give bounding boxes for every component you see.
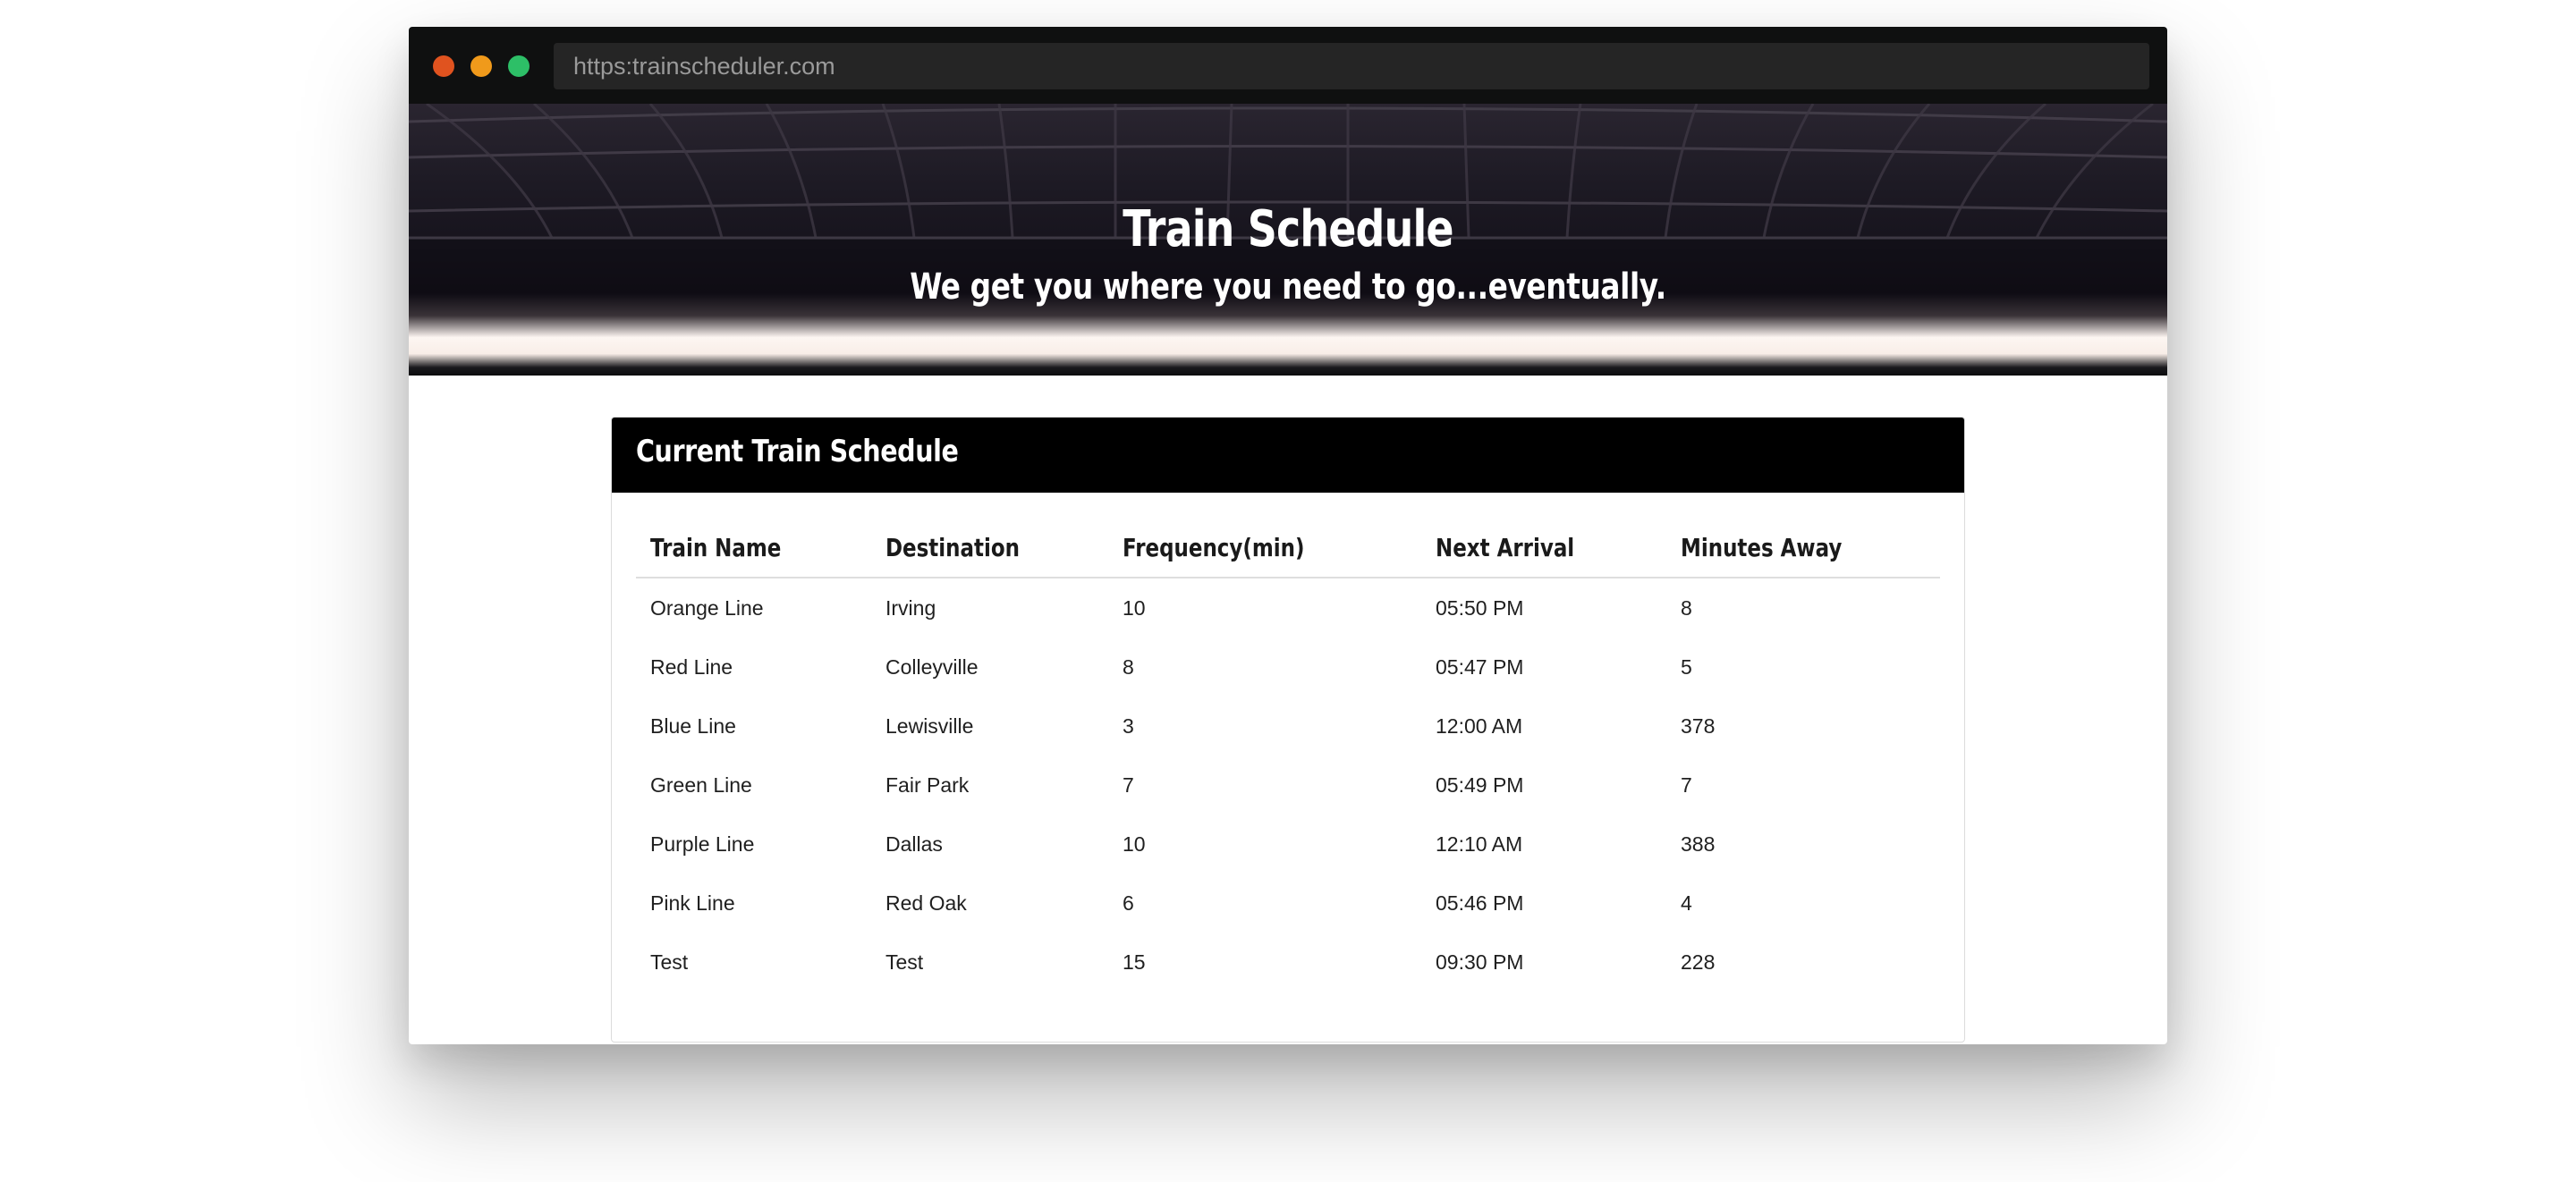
train-name-cell: Orange Line <box>650 595 764 620</box>
table-row: Red Line Colleyville 8 05:47 PM 5 <box>636 637 1940 697</box>
schedule-panel: Current Train Schedule Train Name Destin… <box>611 417 1965 1043</box>
train-name-cell: Blue Line <box>650 713 736 738</box>
page-title: Train Schedule <box>1123 200 1453 258</box>
train-name-cell: Test <box>650 950 689 974</box>
frequency-cell: 8 <box>1123 654 1134 679</box>
schedule-panel-title: Current Train Schedule <box>636 434 959 469</box>
next-arrival-cell: 05:46 PM <box>1436 891 1524 915</box>
schedule-panel-heading: Current Train Schedule <box>612 418 1964 493</box>
table-row: Purple Line Dallas 10 12:10 AM 388 <box>636 815 1940 874</box>
train-name-cell: Pink Line <box>650 891 735 915</box>
destination-cell: Dallas <box>886 832 943 856</box>
minutes-away-cell: 4 <box>1681 891 1692 915</box>
minutes-away-cell: 378 <box>1681 713 1716 738</box>
minutes-away-cell: 228 <box>1681 950 1716 974</box>
column-header-minutes-away: Minutes Away <box>1666 518 1940 578</box>
minutes-away-cell: 8 <box>1681 595 1692 620</box>
window-maximize-button[interactable] <box>508 55 530 77</box>
frequency-cell: 7 <box>1123 773 1134 797</box>
train-name-cell: Red Line <box>650 654 733 679</box>
minutes-away-cell: 5 <box>1681 654 1692 679</box>
destination-cell: Test <box>886 950 924 974</box>
column-header-next-arrival: Next Arrival <box>1421 518 1666 578</box>
destination-cell: Irving <box>886 595 936 620</box>
next-arrival-cell: 05:50 PM <box>1436 595 1524 620</box>
next-arrival-cell: 05:49 PM <box>1436 773 1524 797</box>
window-close-button[interactable] <box>433 55 454 77</box>
browser-window: https:trainscheduler.com Train Schedule … <box>409 27 2167 1044</box>
screenshot-stage: https:trainscheduler.com Train Schedule … <box>0 0 2576 1182</box>
destination-cell: Fair Park <box>886 773 970 797</box>
minutes-away-cell: 388 <box>1681 832 1716 856</box>
window-minimize-button[interactable] <box>470 55 492 77</box>
frequency-cell: 6 <box>1123 891 1134 915</box>
frequency-cell: 15 <box>1123 950 1146 974</box>
column-header-frequency: Frequency(min) <box>1108 518 1421 578</box>
destination-cell: Red Oak <box>886 891 967 915</box>
table-row: Orange Line Irving 10 05:50 PM 8 <box>636 578 1940 637</box>
frequency-cell: 3 <box>1123 713 1134 738</box>
table-row: Blue Line Lewisville 3 12:00 AM 378 <box>636 697 1940 756</box>
schedule-table: Train Name Destination Frequency(min) Ne… <box>636 518 1940 992</box>
next-arrival-cell: 12:10 AM <box>1436 832 1523 856</box>
address-bar[interactable]: https:trainscheduler.com <box>554 43 2149 89</box>
train-name-cell: Purple Line <box>650 832 755 856</box>
destination-cell: Colleyville <box>886 654 979 679</box>
train-name-cell: Green Line <box>650 773 752 797</box>
column-header-train-name: Train Name <box>636 518 871 578</box>
browser-titlebar: https:trainscheduler.com <box>409 27 2167 104</box>
table-header-row: Train Name Destination Frequency(min) Ne… <box>636 518 1940 578</box>
hero-banner: Train Schedule We get you where you need… <box>409 104 2167 376</box>
next-arrival-cell: 12:00 AM <box>1436 713 1523 738</box>
column-header-destination: Destination <box>871 518 1108 578</box>
page-subtitle: We get you where you need to go...eventu… <box>910 266 1666 308</box>
next-arrival-cell: 05:47 PM <box>1436 654 1524 679</box>
frequency-cell: 10 <box>1123 832 1146 856</box>
frequency-cell: 10 <box>1123 595 1146 620</box>
table-row: Pink Line Red Oak 6 05:46 PM 4 <box>636 874 1940 933</box>
next-arrival-cell: 09:30 PM <box>1436 950 1524 974</box>
table-row: Green Line Fair Park 7 05:49 PM 7 <box>636 756 1940 815</box>
destination-cell: Lewisville <box>886 713 974 738</box>
table-row: Test Test 15 09:30 PM 228 <box>636 933 1940 992</box>
minutes-away-cell: 7 <box>1681 773 1692 797</box>
